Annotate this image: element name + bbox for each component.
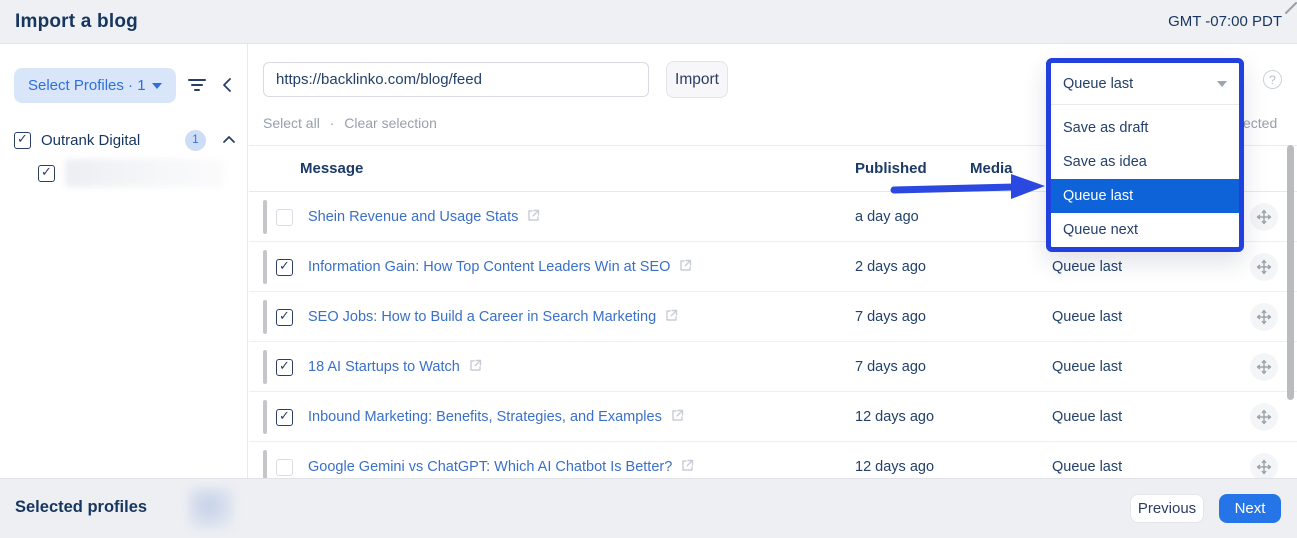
previous-button[interactable]: Previous [1130,494,1204,523]
group-checkbox[interactable] [14,131,31,149]
move-icon [1256,259,1272,275]
filter-icon [188,79,206,91]
move-icon [1256,459,1272,475]
move-handle[interactable] [1250,353,1278,381]
published-date: 2 days ago [855,259,926,275]
move-icon [1256,409,1272,425]
select-profiles-dropdown[interactable]: Select Profiles · 1 [14,68,176,103]
row-checkbox[interactable] [276,309,293,326]
queue-select-value: Queue last [1063,75,1134,92]
post-title-link[interactable]: SEO Jobs: How to Build a Career in Searc… [308,309,678,325]
row-action-select[interactable]: Queue last [1052,359,1122,375]
external-link-icon [680,259,692,271]
move-handle[interactable] [1250,253,1278,281]
row-checkbox[interactable] [276,259,293,276]
chevron-down-icon [152,82,162,89]
profile-group-row[interactable]: Outrank Digital 1 [14,127,238,153]
published-date: 7 days ago [855,309,926,325]
collapse-sidebar-button[interactable] [212,70,242,100]
close-icon[interactable] [1281,0,1297,16]
row-drag-bar[interactable] [263,350,267,384]
selected-profile-avatar [188,487,234,529]
external-link-icon [470,359,481,371]
selection-controls: Select all · Clear selection [263,115,437,131]
row-checkbox[interactable] [276,409,293,426]
queue-option[interactable]: Queue last [1051,179,1239,213]
import-blog-dialog: Import a blog GMT -07:00 PDT Select Prof… [0,0,1297,538]
vertical-scrollbar[interactable] [1287,145,1294,478]
post-title-link[interactable]: Google Gemini vs ChatGPT: Which AI Chatb… [308,459,694,475]
row-checkbox[interactable] [276,459,293,476]
published-date: 12 days ago [855,459,935,475]
chevron-left-icon [223,78,231,92]
row-action-select[interactable]: Queue last [1052,309,1122,325]
move-handle[interactable] [1250,403,1278,431]
queue-option[interactable]: Save as idea [1051,145,1239,179]
queue-option[interactable]: Queue next [1051,213,1239,247]
move-handle[interactable] [1250,203,1278,231]
queue-option[interactable]: Save as draft [1051,111,1239,145]
published-date: 7 days ago [855,359,926,375]
row-checkbox[interactable] [276,359,293,376]
external-link-icon [672,409,684,421]
import-button[interactable]: Import [666,61,728,98]
page-title: Import a blog [15,11,138,32]
external-link-icon [682,459,694,471]
next-button[interactable]: Next [1219,494,1281,523]
queue-dropdown-annotation-box: Queue last Save as draft Save as idea Queu… [1046,58,1244,252]
queue-options-list: Save as draft Save as idea Queue last Queue… [1051,105,1239,247]
group-name: Outrank Digital [41,131,141,149]
group-count-badge: 1 [185,129,206,151]
chevron-down-icon [1217,80,1227,87]
clear-selection-link[interactable]: Clear selection [344,115,437,131]
post-title-link[interactable]: Inbound Marketing: Benefits, Strategies,… [308,409,684,425]
profile-item-row[interactable] [38,158,234,188]
move-handle[interactable] [1250,303,1278,331]
timezone-label: GMT -07:00 PDT [1168,13,1282,30]
column-published: Published [855,160,927,177]
feed-url-input[interactable] [263,62,649,97]
row-action-select[interactable]: Queue last [1052,459,1122,475]
select-profiles-label: Select Profiles · 1 [28,77,146,94]
table-row: SEO Jobs: How to Build a Career in Searc… [249,292,1297,342]
queue-select[interactable]: Queue last [1051,63,1239,105]
separator-dot: · [329,115,335,131]
external-link-icon [528,209,540,221]
move-icon [1256,359,1272,375]
filter-button[interactable] [182,70,212,100]
published-date: a day ago [855,209,919,225]
row-drag-bar[interactable] [263,300,267,334]
move-icon [1256,209,1272,225]
row-drag-bar[interactable] [263,200,267,234]
post-title-link[interactable]: Information Gain: How Top Content Leader… [308,259,692,275]
chevron-up-icon[interactable] [222,133,236,147]
row-checkbox[interactable] [276,209,293,226]
move-handle[interactable] [1250,453,1278,481]
row-action-select[interactable]: Queue last [1052,409,1122,425]
row-action-select[interactable]: Queue last [1052,259,1122,275]
column-message: Message [300,160,364,177]
select-all-link[interactable]: Select all [263,115,320,131]
scrollbar-thumb[interactable] [1287,145,1294,400]
move-icon [1256,309,1272,325]
wizard-footer: Selected profiles Previous Next [0,478,1297,538]
table-row: 18 AI Startups to Watch 7 days ago Queue… [249,342,1297,392]
profile-name-blurred [65,159,225,187]
profile-checkbox[interactable] [38,164,55,182]
profiles-sidebar: Select Profiles · 1 Outrank Digital 1 [0,44,248,478]
post-title-link[interactable]: 18 AI Startups to Watch [308,359,482,375]
row-drag-bar[interactable] [263,250,267,284]
help-icon[interactable]: ? [1263,70,1282,89]
table-row: Inbound Marketing: Benefits, Strategies,… [249,392,1297,442]
row-drag-bar[interactable] [263,400,267,434]
column-media: Media [970,160,1013,177]
selected-profiles-label: Selected profiles [15,498,148,516]
post-title-link[interactable]: Shein Revenue and Usage Stats [308,209,540,225]
external-link-icon [666,309,678,321]
selected-count-fragment: ected [1243,115,1278,131]
dialog-header: Import a blog GMT -07:00 PDT [0,0,1297,44]
published-date: 12 days ago [855,409,935,425]
